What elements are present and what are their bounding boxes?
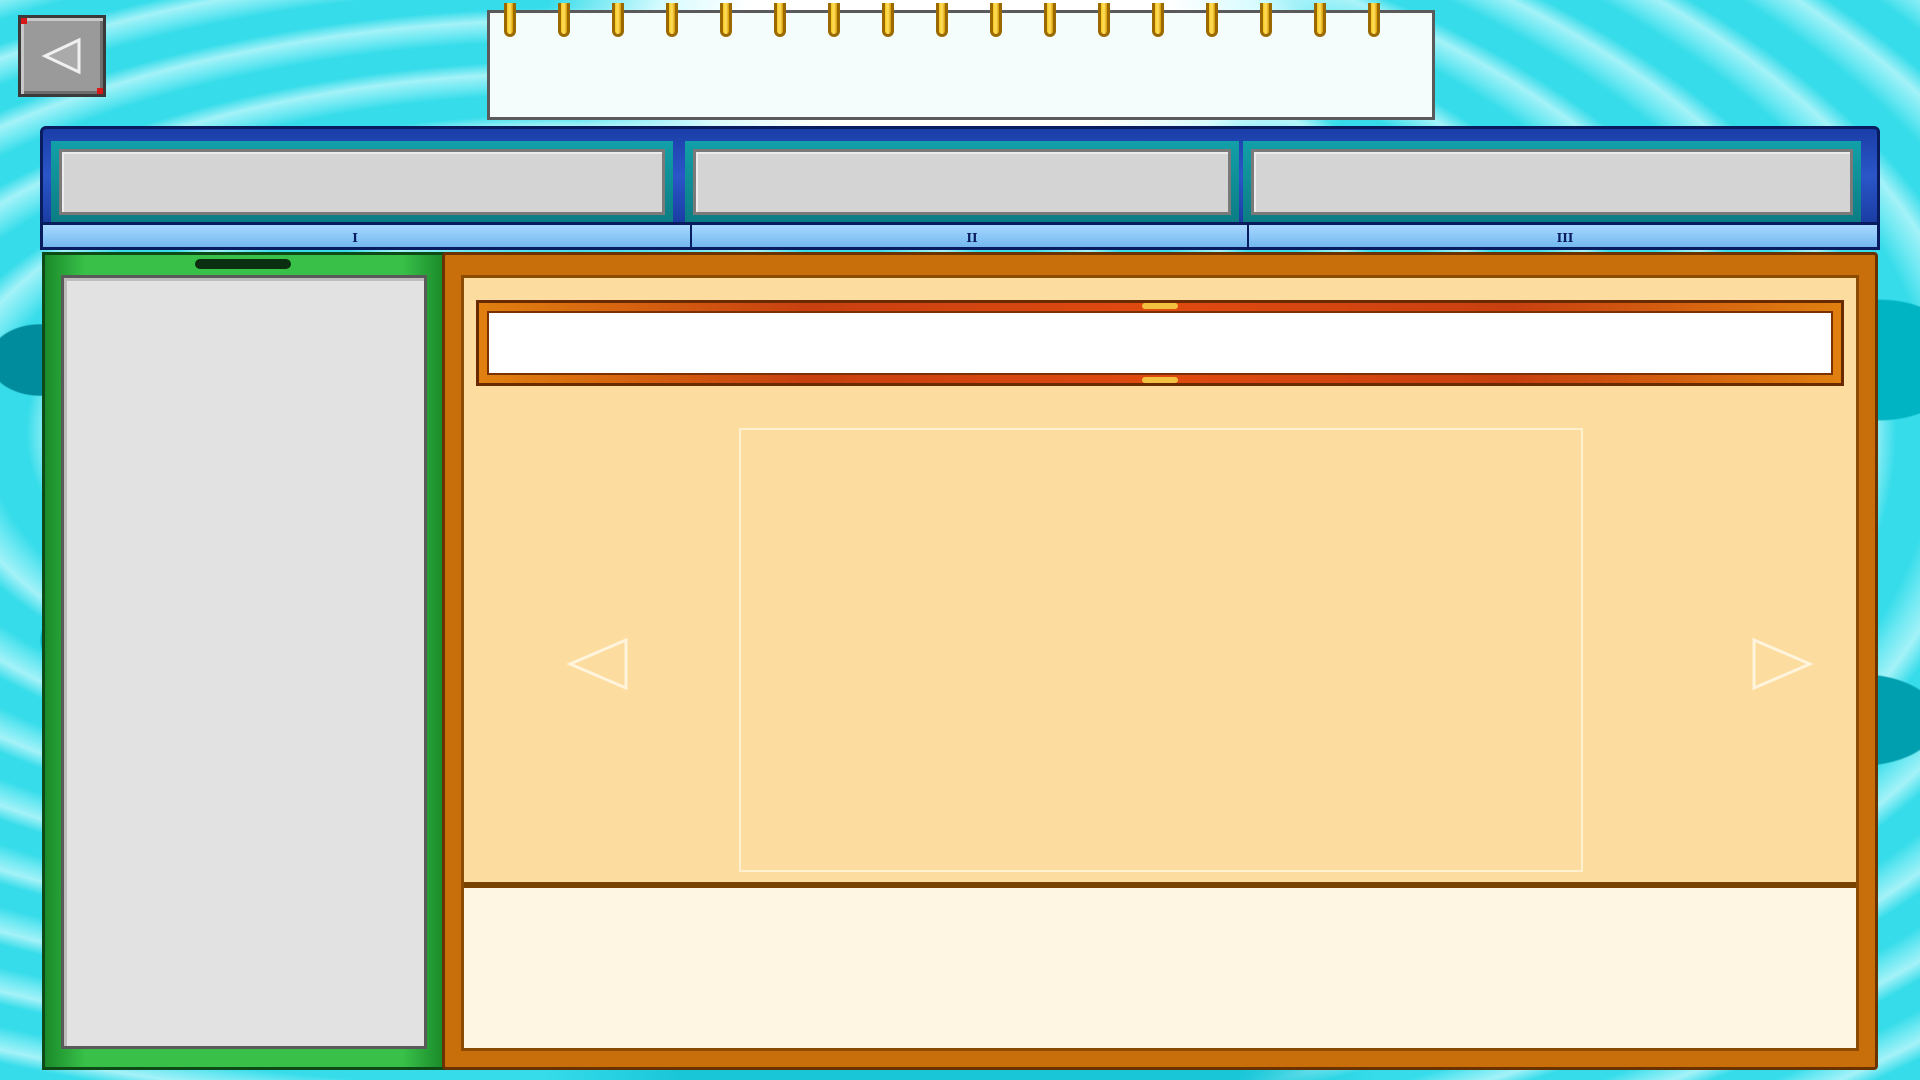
spiral-ring [1368, 3, 1380, 37]
spiral-ring [504, 3, 516, 37]
spiral-ring [1044, 3, 1056, 37]
prev-button[interactable] [564, 636, 634, 692]
tab-3-label [1251, 149, 1853, 215]
detail-panel [442, 252, 1878, 1070]
back-button[interactable] [18, 15, 106, 97]
tab-1-label [59, 149, 665, 215]
spiral-ring [1314, 3, 1326, 37]
name-input[interactable] [487, 311, 1833, 375]
spiral-ring [774, 3, 786, 37]
tab-3-numeral: III [1556, 231, 1574, 245]
spiral-ring [1206, 3, 1218, 37]
detail-inner [461, 275, 1859, 1051]
name-field-frame [476, 300, 1844, 386]
tab-divider [690, 225, 692, 247]
back-arrow-icon [41, 37, 81, 75]
description-box [464, 882, 1856, 1048]
notepad-header [487, 3, 1435, 120]
spiral-ring [1260, 3, 1272, 37]
left-arrow-icon [566, 637, 628, 691]
spiral-ring [882, 3, 894, 37]
tab-1[interactable] [51, 141, 673, 223]
frame-knob-bottom [1142, 377, 1178, 383]
spiral-ring [1152, 3, 1164, 37]
spiral-ring [666, 3, 678, 37]
tab-2-label [693, 149, 1231, 215]
tab-number-strip: I II III [43, 222, 1877, 247]
tab-3[interactable] [1243, 141, 1861, 223]
right-arrow-icon [1752, 637, 1814, 691]
tab-bar: I II III [40, 126, 1880, 250]
item-list-panel [42, 252, 446, 1070]
spiral-ring [1098, 3, 1110, 37]
tab-1-numeral: I [352, 231, 358, 245]
spiral-ring [720, 3, 732, 37]
frame-knob-top [1142, 303, 1178, 309]
spiral-ring [936, 3, 948, 37]
spiral-ring [990, 3, 1002, 37]
item-list[interactable] [61, 275, 427, 1049]
preview-area [739, 428, 1583, 872]
tab-2-numeral: II [966, 231, 978, 245]
spiral-ring [558, 3, 570, 37]
spiral-ring [612, 3, 624, 37]
next-button[interactable] [1746, 636, 1816, 692]
tab-divider [1247, 225, 1249, 247]
tab-2[interactable] [685, 141, 1239, 223]
spiral-ring [828, 3, 840, 37]
panel-notch [195, 259, 291, 269]
